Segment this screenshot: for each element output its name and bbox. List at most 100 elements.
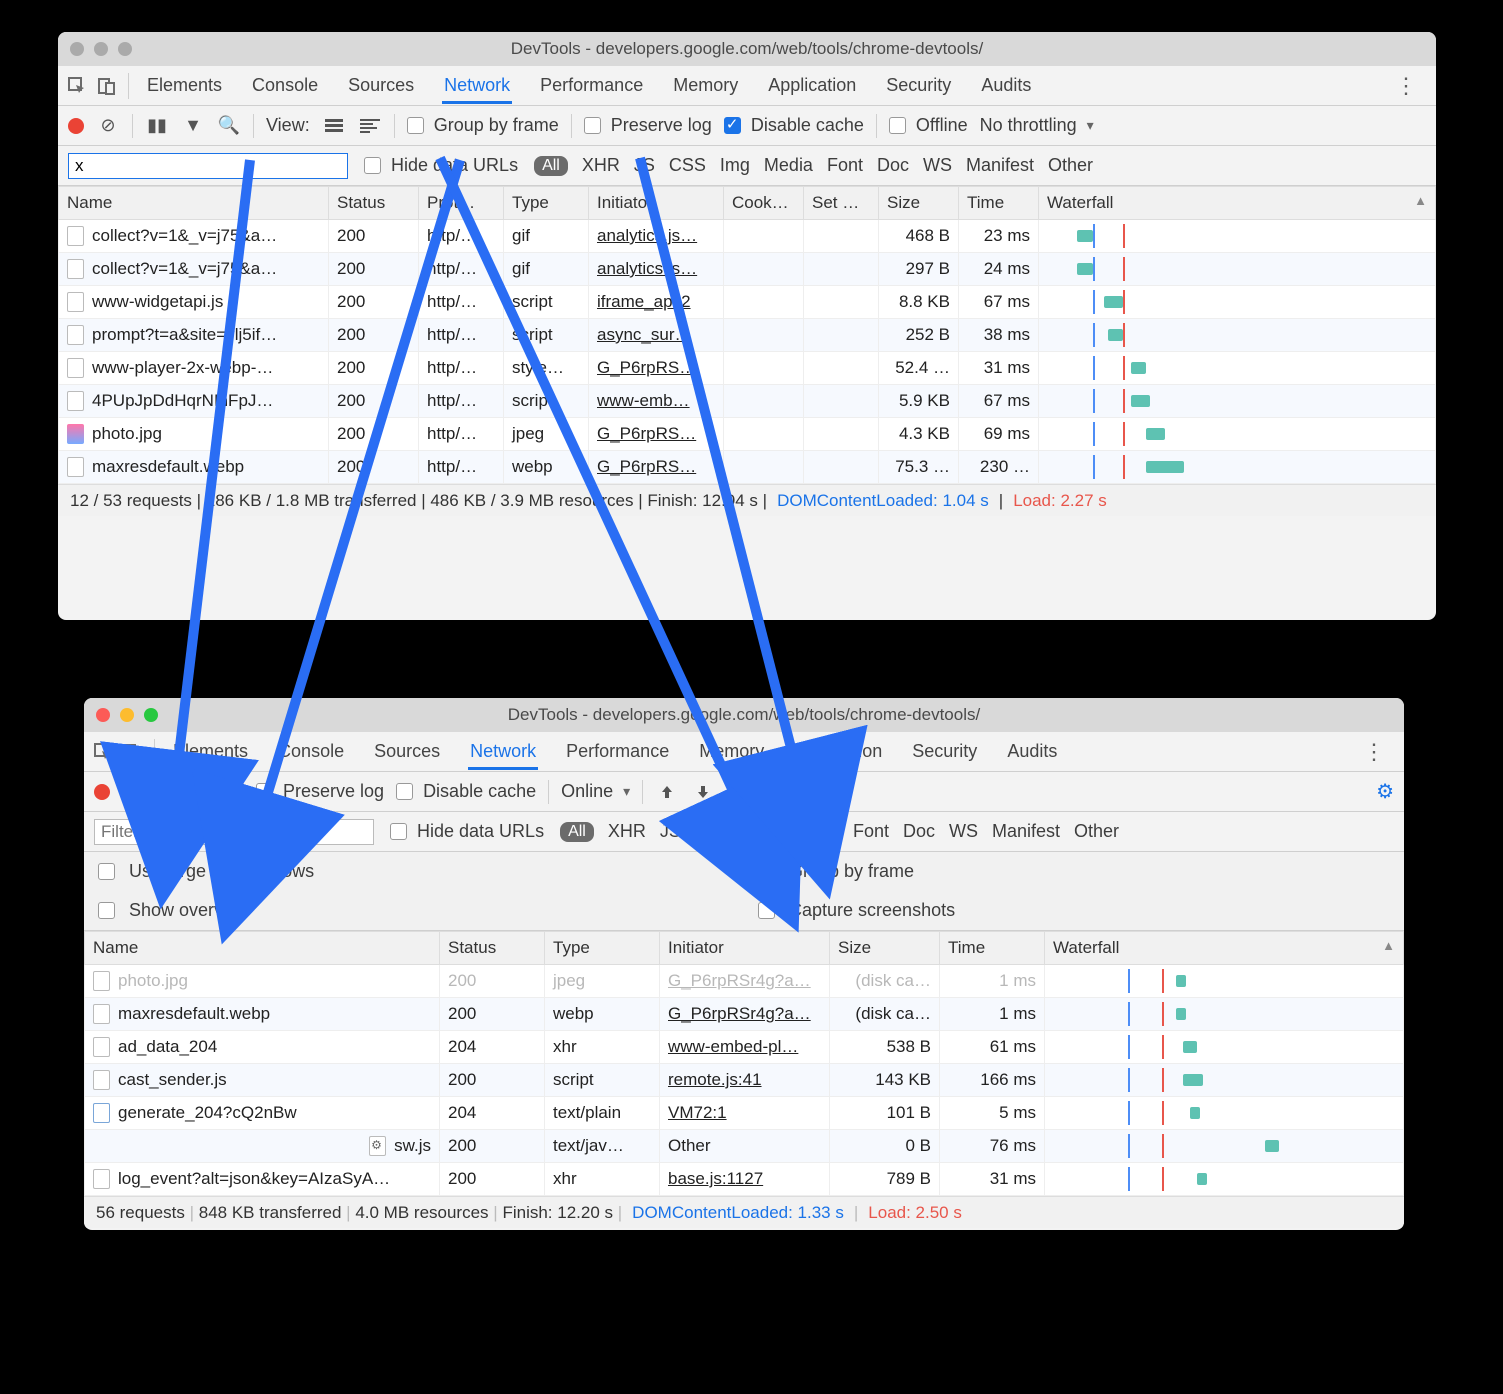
tab-network[interactable]: Network bbox=[468, 733, 538, 770]
record-icon[interactable] bbox=[68, 118, 84, 134]
search-icon[interactable]: 🔍 bbox=[217, 114, 241, 138]
record-icon[interactable] bbox=[94, 784, 110, 800]
group-by-frame-checkbox[interactable]: Group by frame bbox=[744, 852, 1404, 891]
tab-elements[interactable]: Elements bbox=[145, 67, 224, 104]
col-type[interactable]: Type bbox=[545, 932, 660, 965]
table-row[interactable]: sw.js200text/jav…Other0 B76 ms bbox=[85, 1130, 1404, 1163]
online-select[interactable]: Online bbox=[561, 781, 630, 802]
filter-type-font[interactable]: Font bbox=[827, 155, 863, 176]
table-row[interactable]: 4PUpJpDdHqrNInFpJ…200http/…scriptwww-emb… bbox=[59, 385, 1436, 418]
requests-table[interactable]: NameStatusTypeInitiatorSizeTimeWaterfall… bbox=[84, 931, 1404, 1196]
filter-type-js[interactable]: JS bbox=[660, 821, 681, 842]
upload-icon[interactable] bbox=[655, 780, 679, 804]
table-row[interactable]: generate_204?cQ2nBw204text/plainVM72:110… bbox=[85, 1097, 1404, 1130]
col-type[interactable]: Type bbox=[504, 187, 589, 220]
download-icon[interactable] bbox=[691, 780, 715, 804]
tab-console[interactable]: Console bbox=[250, 67, 320, 104]
capture-screenshots-checkbox[interactable]: Capture screenshots bbox=[744, 891, 1404, 930]
hide-data-urls-checkbox[interactable]: Hide data URLs bbox=[390, 821, 544, 842]
tab-elements[interactable]: Elements bbox=[171, 733, 250, 770]
filter-type-ws[interactable]: WS bbox=[949, 821, 978, 842]
col-initiator[interactable]: Initiator bbox=[660, 932, 830, 965]
tab-performance[interactable]: Performance bbox=[564, 733, 671, 770]
filter-type-xhr[interactable]: XHR bbox=[608, 821, 646, 842]
filter-type-img[interactable]: Img bbox=[720, 155, 750, 176]
device-icon[interactable] bbox=[92, 71, 122, 101]
col-set[interactable]: Set … bbox=[804, 187, 879, 220]
kebab-icon[interactable]: ⋮ bbox=[1349, 739, 1400, 765]
tab-security[interactable]: Security bbox=[884, 67, 953, 104]
col-waterfall[interactable]: Waterfall bbox=[1039, 187, 1436, 220]
tab-application[interactable]: Application bbox=[792, 733, 884, 770]
table-row[interactable]: log_event?alt=json&key=AIzaSyA…200xhrbas… bbox=[85, 1163, 1404, 1196]
tab-network[interactable]: Network bbox=[442, 67, 512, 104]
filter-type-doc[interactable]: Doc bbox=[903, 821, 935, 842]
filter-input[interactable] bbox=[94, 819, 374, 845]
col-status[interactable]: Status bbox=[440, 932, 545, 965]
device-icon[interactable] bbox=[118, 737, 148, 767]
tab-memory[interactable]: Memory bbox=[671, 67, 740, 104]
tab-application[interactable]: Application bbox=[766, 67, 858, 104]
offline-checkbox[interactable]: Offline bbox=[889, 115, 968, 136]
tab-audits[interactable]: Audits bbox=[1005, 733, 1059, 770]
col-name[interactable]: Name bbox=[85, 932, 440, 965]
filter-type-manifest[interactable]: Manifest bbox=[966, 155, 1034, 176]
filter-type-img[interactable]: Img bbox=[746, 821, 776, 842]
filter-type-doc[interactable]: Doc bbox=[877, 155, 909, 176]
preserve-log-checkbox[interactable]: Preserve log bbox=[256, 781, 384, 802]
table-row[interactable]: photo.jpg200http/…jpegG_P6rpRS…4.3 KB69 … bbox=[59, 418, 1436, 451]
col-name[interactable]: Name bbox=[59, 187, 329, 220]
large-rows-checkbox[interactable]: Use large request rows bbox=[84, 852, 744, 891]
table-row[interactable]: www-player-2x-webp-…200http/…style…G_P6r… bbox=[59, 352, 1436, 385]
col-waterfall[interactable]: Waterfall bbox=[1045, 932, 1404, 965]
col-size[interactable]: Size bbox=[830, 932, 940, 965]
disable-cache-checkbox[interactable]: Disable cache bbox=[396, 781, 536, 802]
inspect-icon[interactable] bbox=[88, 737, 118, 767]
tab-sources[interactable]: Sources bbox=[346, 67, 416, 104]
table-row[interactable]: prompt?t=a&site=ylj5if…200http/…scriptas… bbox=[59, 319, 1436, 352]
col-size[interactable]: Size bbox=[879, 187, 959, 220]
filter-type-media[interactable]: Media bbox=[790, 821, 839, 842]
table-row[interactable]: maxresdefault.webp200webpG_P6rpRSr4g?a…(… bbox=[85, 998, 1404, 1031]
filter-type-all[interactable]: All bbox=[560, 822, 594, 842]
table-row[interactable]: collect?v=1&_v=j75&a…200http/…gifanalyti… bbox=[59, 253, 1436, 286]
hide-data-urls-checkbox[interactable]: Hide data URLs bbox=[364, 155, 518, 176]
table-row[interactable]: ad_data_204204xhrwww-embed-pl…538 B61 ms bbox=[85, 1031, 1404, 1064]
disable-cache-checkbox[interactable]: Disable cache bbox=[724, 115, 864, 136]
col-prot[interactable]: Prot… bbox=[419, 187, 504, 220]
table-row[interactable]: cast_sender.js200scriptremote.js:41143 K… bbox=[85, 1064, 1404, 1097]
overview-icon[interactable] bbox=[358, 114, 382, 138]
throttling-select[interactable]: No throttling bbox=[980, 115, 1094, 136]
table-row[interactable]: photo.jpg200jpegG_P6rpRSr4g?a…(disk ca…1… bbox=[85, 965, 1404, 998]
filter-icon[interactable]: ▼ bbox=[181, 114, 205, 138]
tab-sources[interactable]: Sources bbox=[372, 733, 442, 770]
search-icon[interactable]: 🔍 bbox=[207, 780, 231, 804]
tab-performance[interactable]: Performance bbox=[538, 67, 645, 104]
clear-icon[interactable]: ⊘ bbox=[122, 780, 146, 804]
camera-icon[interactable]: ▮▮ bbox=[145, 114, 169, 138]
filter-input[interactable] bbox=[68, 153, 348, 179]
large-rows-icon[interactable] bbox=[322, 114, 346, 138]
show-overview-checkbox[interactable]: Show overview bbox=[84, 891, 744, 930]
requests-table[interactable]: NameStatusProt…TypeInitiatorCook…Set …Si… bbox=[58, 186, 1436, 484]
table-row[interactable]: collect?v=1&_v=j75&a…200http/…gifanalyti… bbox=[59, 220, 1436, 253]
filter-type-font[interactable]: Font bbox=[853, 821, 889, 842]
preserve-log-checkbox[interactable]: Preserve log bbox=[584, 115, 712, 136]
tab-audits[interactable]: Audits bbox=[979, 67, 1033, 104]
filter-type-all[interactable]: All bbox=[534, 156, 568, 176]
filter-type-media[interactable]: Media bbox=[764, 155, 813, 176]
col-time[interactable]: Time bbox=[959, 187, 1039, 220]
kebab-icon[interactable]: ⋮ bbox=[1381, 73, 1432, 99]
tab-security[interactable]: Security bbox=[910, 733, 979, 770]
col-cook[interactable]: Cook… bbox=[724, 187, 804, 220]
table-row[interactable]: www-widgetapi.js200http/…scriptiframe_ap… bbox=[59, 286, 1436, 319]
tab-console[interactable]: Console bbox=[276, 733, 346, 770]
filter-type-ws[interactable]: WS bbox=[923, 155, 952, 176]
table-row[interactable]: maxresdefault.webp200http/…webpG_P6rpRS…… bbox=[59, 451, 1436, 484]
settings-gear-icon[interactable]: ⚙ bbox=[1376, 779, 1394, 804]
filter-type-css[interactable]: CSS bbox=[695, 821, 732, 842]
filter-icon[interactable]: ▼ bbox=[171, 780, 195, 804]
filter-type-xhr[interactable]: XHR bbox=[582, 155, 620, 176]
filter-type-other[interactable]: Other bbox=[1074, 821, 1119, 842]
filter-type-js[interactable]: JS bbox=[634, 155, 655, 176]
